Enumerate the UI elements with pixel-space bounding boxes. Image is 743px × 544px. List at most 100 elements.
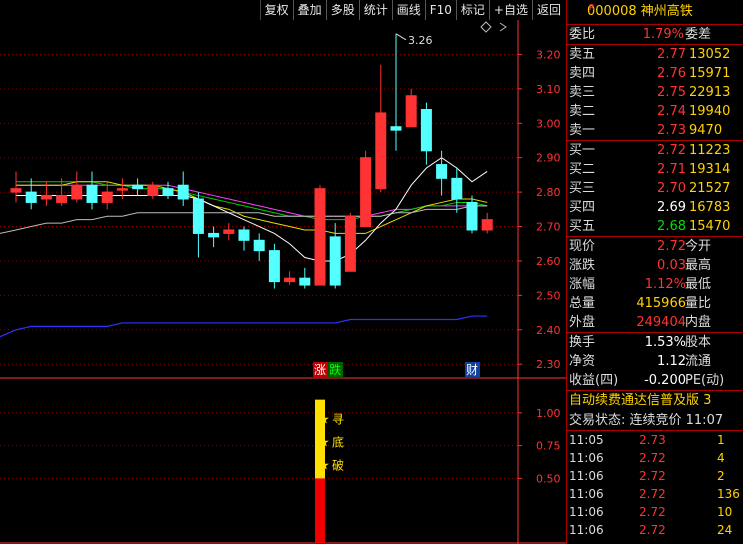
max-price-label: 3.26 xyxy=(408,34,433,47)
indicator-y-label: 0.75 xyxy=(536,440,561,453)
y-tick-label: 2.90 xyxy=(536,152,561,165)
tick-time: 11:06 xyxy=(569,487,604,501)
row-label: 卖五 xyxy=(569,47,596,62)
quote-row[interactable]: 外盘 249404 内盘 xyxy=(567,313,743,332)
row-label2: 最高 xyxy=(685,258,712,273)
tick-row: 11:06 2.72 10 xyxy=(567,503,743,521)
row-value: 2.70 xyxy=(657,181,686,196)
y-tick-label: 2.40 xyxy=(536,324,561,337)
row-volume: 15971 xyxy=(689,66,731,81)
candle-body xyxy=(466,201,478,231)
toolbar-button[interactable]: F10 xyxy=(424,0,456,20)
row-label: 卖三 xyxy=(569,85,596,100)
candle-body xyxy=(208,232,220,238)
tick-time: 11:06 xyxy=(569,451,604,465)
row-volume: 21527 xyxy=(689,181,731,196)
tick-volume: 2 xyxy=(717,469,725,483)
kline-chart[interactable]: 3.20 3.10 3.00 2.90 2.80 2.70 2.60 2.50 2.40 2.30… xyxy=(0,20,566,544)
quote-row[interactable]: 现价 2.72 今开 xyxy=(567,237,743,256)
trade-status: 交易状态: 连续竞价 11:07 xyxy=(567,411,743,431)
tick-price: 2.72 xyxy=(639,487,666,501)
asks-row[interactable]: 卖五 2.77 13052 xyxy=(567,45,743,64)
ratio-row: 委比 1.79% 委差 xyxy=(567,25,743,44)
signal-label: 寻 xyxy=(332,413,344,427)
ratio-value: 1.79% xyxy=(642,27,684,42)
quote2-row[interactable]: 收益(四) -0.200 PE(动) xyxy=(567,371,743,390)
toolbar-button[interactable]: 多股 xyxy=(325,0,359,20)
toolbar-button[interactable]: +自选 xyxy=(488,0,532,20)
toolbar-button[interactable]: 返回 xyxy=(531,0,565,20)
row-value: 2.68 xyxy=(657,219,686,234)
candle-body xyxy=(56,195,68,203)
tick-row: 11:05 2.73 1 xyxy=(567,431,743,449)
bids-row[interactable]: 买二 2.71 19314 xyxy=(567,160,743,179)
quote-row[interactable]: 涨幅 1.12% 最低 xyxy=(567,275,743,294)
tick-volume: 10 xyxy=(717,505,733,519)
ratio-diff-label: 委差 xyxy=(685,27,712,42)
y-tick-label: 2.50 xyxy=(536,289,561,302)
indicator-y-label: 0.50 xyxy=(536,472,561,485)
toolbar-button[interactable]: 画线 xyxy=(391,0,425,20)
row-label: 买二 xyxy=(569,162,596,177)
stock-badge: R xyxy=(589,3,595,12)
quote2-row[interactable]: 换手 1.53% 股本 xyxy=(567,333,743,352)
quote-list: 现价 2.72 今开 涨跌 0.03 最高 涨幅 1.12% 最低 总量 415966 量比 外盘 249… xyxy=(567,236,743,332)
row-label: 卖四 xyxy=(569,66,596,81)
row-value: 2.72 xyxy=(657,239,686,254)
candle-body xyxy=(40,195,52,200)
diamond-icon xyxy=(480,21,492,33)
quote2-row[interactable]: 净资 1.12 流通 xyxy=(567,352,743,371)
bids-row[interactable]: 买三 2.70 21527 xyxy=(567,179,743,198)
row-label2: 内盘 xyxy=(685,315,712,330)
tick-row: 11:06 2.72 4 xyxy=(567,449,743,467)
quote-row[interactable]: 涨跌 0.03 最高 xyxy=(567,256,743,275)
tick-price: 2.72 xyxy=(639,469,666,483)
bids-row[interactable]: 买四 2.69 16783 xyxy=(567,198,743,217)
row-value: 2.75 xyxy=(657,85,686,100)
candle-body xyxy=(420,109,432,152)
row-label: 收益(四) xyxy=(569,373,619,388)
row-volume: 13052 xyxy=(689,47,731,62)
event-marker: 跌 xyxy=(329,362,341,377)
row-label: 现价 xyxy=(569,239,596,254)
candle-body xyxy=(360,157,372,228)
asks-row[interactable]: 卖一 2.73 9470 xyxy=(567,121,743,140)
bids-row[interactable]: 买一 2.72 11223 xyxy=(567,141,743,160)
toolbar-button[interactable]: 统计 xyxy=(358,0,392,20)
candle-body xyxy=(253,239,265,252)
max-pointer xyxy=(395,33,407,41)
quote-row[interactable]: 总量 415966 量比 xyxy=(567,294,743,313)
candle-body xyxy=(192,198,204,234)
asks-row[interactable]: 卖二 2.74 19940 xyxy=(567,102,743,121)
row-label: 总量 xyxy=(569,296,596,311)
row-value: 0.03 xyxy=(657,258,686,273)
star-icon: ★ xyxy=(318,436,330,451)
stock-name: 神州高铁 xyxy=(640,4,693,19)
y-tick-label: 2.70 xyxy=(536,221,561,234)
toolbar-button[interactable]: 复权 xyxy=(259,0,293,20)
row-value: 2.77 xyxy=(657,47,686,62)
tick-price: 2.73 xyxy=(639,433,666,447)
ma-blue-line xyxy=(0,315,488,338)
row-volume: 9470 xyxy=(689,123,723,138)
asks-row[interactable]: 卖三 2.75 22913 xyxy=(567,83,743,102)
tick-time: 11:06 xyxy=(569,469,604,483)
candle-body xyxy=(147,184,159,197)
asks-row[interactable]: 卖四 2.76 15971 xyxy=(567,64,743,83)
candle-body xyxy=(451,177,463,200)
candle-body xyxy=(10,188,22,193)
bids-row[interactable]: 买五 2.68 15470 xyxy=(567,217,743,236)
y-tick-label: 3.10 xyxy=(536,83,561,96)
signal-label: 底 xyxy=(332,435,344,450)
candle-body xyxy=(101,191,113,203)
y-tick-label: 2.60 xyxy=(536,255,561,268)
tick-list: 11:05 2.73 1 11:06 2.72 4 11:06 2.72 2 11:06 2.72 1… xyxy=(567,431,743,539)
row-label2: 量比 xyxy=(685,296,712,311)
tick-time: 11:06 xyxy=(569,523,604,537)
notice-bar[interactable]: 自动续费通达信普及版 3 xyxy=(567,390,743,411)
candle-body xyxy=(284,277,296,283)
toolbar-button[interactable]: 叠加 xyxy=(292,0,326,20)
candle-body xyxy=(116,188,128,191)
candle-body xyxy=(238,229,250,241)
toolbar-button[interactable]: 标记 xyxy=(455,0,489,20)
